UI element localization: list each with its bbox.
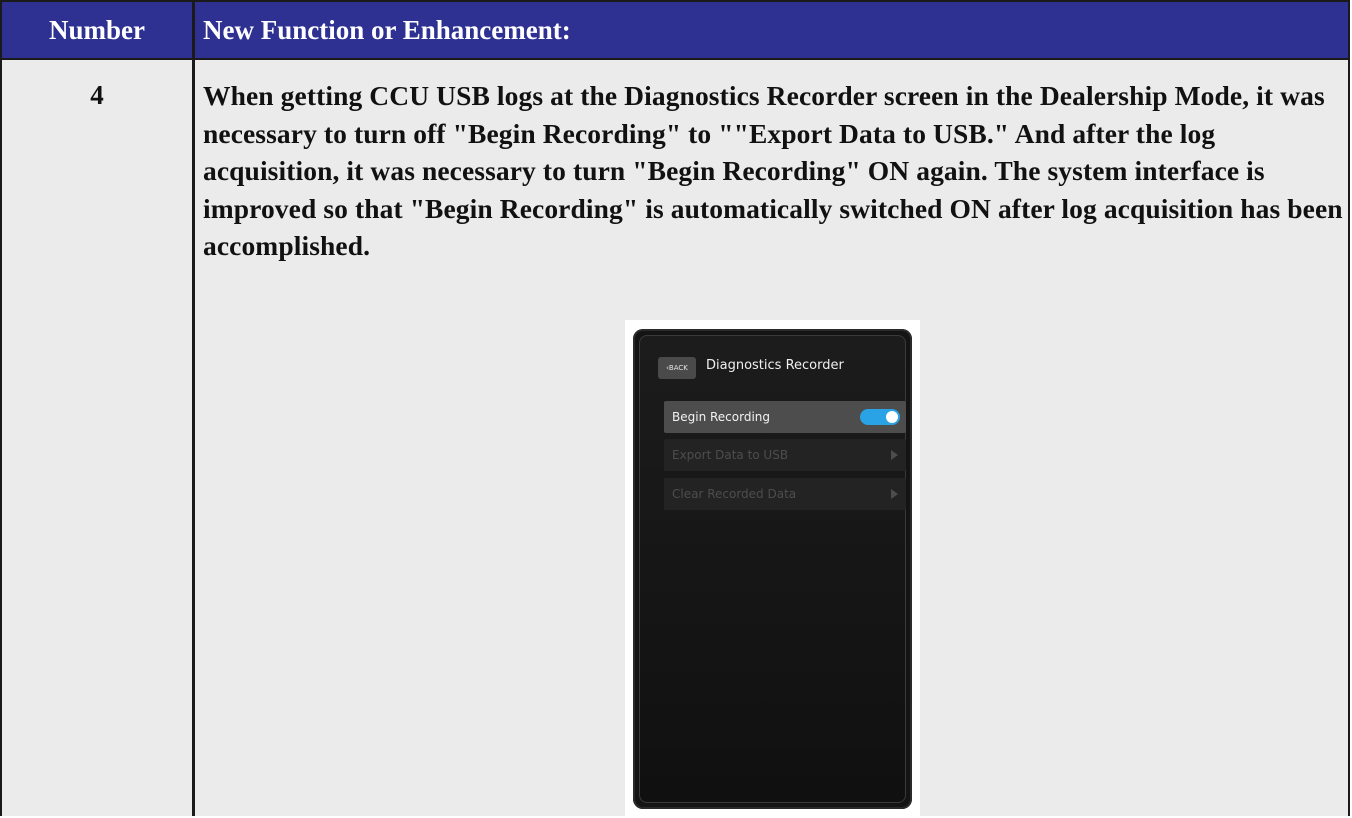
row-description: When getting CCU USB logs at the Diagnos… <box>203 80 1343 261</box>
menu-item-begin-recording[interactable]: Begin Recording <box>664 401 906 433</box>
arrow-right-icon <box>891 489 898 499</box>
back-button-label: BACK <box>668 364 688 372</box>
column-divider <box>192 60 195 816</box>
diagnostics-recorder-screenshot: ‹BACK Diagnostics Recorder Begin Recordi… <box>625 320 920 818</box>
menu-item-label: Clear Recorded Data <box>672 487 797 501</box>
screen-panel: ‹BACK Diagnostics Recorder Begin Recordi… <box>639 335 906 803</box>
arrow-right-icon <box>891 450 898 460</box>
begin-recording-toggle[interactable] <box>860 409 900 425</box>
back-button[interactable]: ‹BACK <box>658 357 696 379</box>
row-number: 4 <box>90 80 104 110</box>
menu-item-clear-data: Clear Recorded Data <box>664 478 906 510</box>
function-column-header: New Function or Enhancement: <box>203 14 571 45</box>
screen-title: Diagnostics Recorder <box>706 358 844 373</box>
head-unit-screen: ‹BACK Diagnostics Recorder Begin Recordi… <box>633 329 912 809</box>
table-row: 4 When getting CCU USB logs at the Diagn… <box>2 60 1348 818</box>
table-header-row: Number New Function or Enhancement: <box>2 0 1348 60</box>
toggle-knob <box>886 411 898 423</box>
menu-item-export-data: Export Data to USB <box>664 439 906 471</box>
menu-item-label: Begin Recording <box>672 410 771 424</box>
number-column-header: Number <box>49 14 145 45</box>
menu-item-label: Export Data to USB <box>672 448 789 462</box>
column-divider <box>192 2 195 58</box>
enhancement-table: Number New Function or Enhancement: 4 Wh… <box>0 0 1350 818</box>
